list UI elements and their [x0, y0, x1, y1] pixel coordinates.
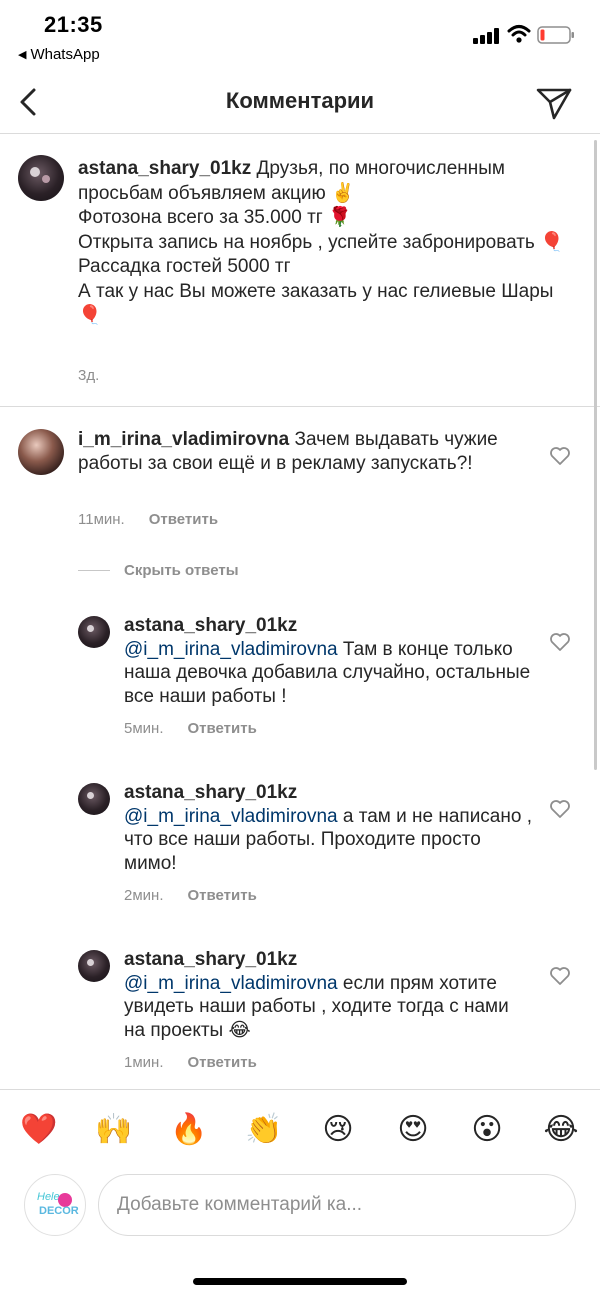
reply-button[interactable]: Ответить [149, 511, 218, 528]
heart-emoji-button[interactable]: ❤️ [19, 1110, 59, 1150]
caption-text: astana_shary_01kz Друзья, по многочислен… [78, 157, 578, 329]
like-heart-icon[interactable] [549, 632, 571, 652]
emoji-quick-bar: ❤️ 🙌 🔥 👏 😢 😍 😮 😂 [0, 1089, 600, 1169]
caption-line: Фотозона всего за 35.000 тг 🌹 [78, 207, 352, 228]
like-heart-icon[interactable] [549, 446, 571, 466]
fire-emoji-button[interactable]: 🔥 [169, 1110, 209, 1150]
mention-link[interactable]: @i_m_irina_vladimirovna [124, 973, 338, 994]
comment-text: astana_shary_01kz @i_m_irina_vladimirovn… [124, 781, 534, 875]
like-heart-icon[interactable] [549, 799, 571, 819]
reply-button[interactable]: Ответить [188, 1054, 257, 1071]
comment-username[interactable]: astana_shary_01kz [124, 615, 297, 636]
comment-meta: 5мин. Ответить [124, 720, 257, 737]
comment-username[interactable]: i_m_irina_vladimirovna [78, 429, 289, 450]
page-title: Комментарии [225, 88, 375, 113]
comment-timestamp: 5мин. [124, 720, 164, 737]
comment-text: astana_shary_01kz @i_m_irina_vladimirovn… [124, 614, 534, 708]
clap-emoji-button[interactable]: 👏 [244, 1110, 284, 1150]
avatar[interactable] [78, 783, 110, 815]
back-to-whatsapp-link[interactable]: ◀ WhatsApp [18, 46, 100, 63]
hide-replies-button[interactable]: Скрыть ответы [78, 562, 239, 579]
hide-replies-label: Скрыть ответы [124, 562, 239, 579]
status-bar: 21:35 ◀ WhatsApp [0, 0, 600, 70]
caption-line: Рассадка гостей 5000 тг [78, 256, 291, 277]
mention-link[interactable]: @i_m_irina_vladimirovna [124, 639, 338, 660]
scrollbar[interactable] [594, 140, 597, 770]
divider-line [78, 570, 110, 571]
laughing-emoji-button[interactable]: 😂 [541, 1110, 581, 1150]
reply-button[interactable]: Ответить [188, 720, 257, 737]
comment-input-field[interactable] [98, 1174, 576, 1236]
status-time: 21:35 [44, 12, 103, 37]
battery-low-icon [537, 26, 574, 44]
reply-button[interactable]: Ответить [188, 887, 257, 904]
comments-header: Комментарии [0, 70, 600, 134]
paper-plane-icon[interactable] [534, 82, 574, 122]
comment-username[interactable]: astana_shary_01kz [124, 949, 297, 970]
comment-username[interactable]: astana_shary_01kz [124, 782, 297, 803]
caption-line: Открыта запись на ноябрь , успейте забро… [78, 231, 564, 253]
comment-timestamp: 1мин. [124, 1054, 164, 1071]
comment-text: astana_shary_01kz @i_m_irina_vladimirovn… [124, 948, 534, 1042]
post-caption: astana_shary_01kz Друзья, по многочислен… [0, 135, 600, 407]
avatar[interactable] [18, 155, 64, 201]
home-indicator[interactable] [193, 1278, 407, 1285]
back-app-label: WhatsApp [30, 46, 100, 63]
avatar[interactable] [78, 950, 110, 982]
back-triangle-icon: ◀ [18, 49, 27, 61]
current-user-avatar: Hele DECOR [24, 1174, 86, 1236]
like-heart-icon[interactable] [549, 966, 571, 986]
reply-comment: astana_shary_01kz @i_m_irina_vladimirovn… [0, 934, 600, 1084]
caption-line: А так у нас Вы можете заказать у нас гел… [78, 280, 554, 327]
comment-timestamp: 2мин. [124, 887, 164, 904]
avatar-logo-text: DECOR [39, 1205, 79, 1217]
wifi-icon [507, 25, 531, 43]
heart-eyes-emoji-button[interactable]: 😍 [393, 1110, 433, 1150]
surprised-emoji-button[interactable]: 😮 [467, 1110, 507, 1150]
crying-emoji-button[interactable]: 😢 [318, 1110, 358, 1150]
comment-text: i_m_irina_vladimirovna Зачем выдавать чу… [78, 428, 538, 475]
raised-hands-emoji-button[interactable]: 🙌 [94, 1110, 134, 1150]
mention-link[interactable]: @i_m_irina_vladimirovna [124, 806, 338, 827]
comment-meta: 1мин. Ответить [124, 1054, 257, 1071]
reply-comment: astana_shary_01kz @i_m_irina_vladimirovn… [0, 600, 600, 750]
comment-input[interactable] [117, 1175, 557, 1235]
comment-timestamp: 11мин. [78, 511, 125, 528]
signal-icon [473, 28, 501, 44]
avatar-logo-text: Hele [37, 1191, 60, 1203]
avatar[interactable] [78, 616, 110, 648]
caption-username[interactable]: astana_shary_01kz [78, 158, 251, 179]
comment: i_m_irina_vladimirovna Зачем выдавать чу… [0, 408, 600, 548]
avatar[interactable] [18, 429, 64, 475]
comment-meta: 2мин. Ответить [124, 887, 257, 904]
comment-meta: 11мин. Ответить [78, 511, 218, 528]
caption-timestamp: 3д. [78, 367, 100, 384]
reply-comment: astana_shary_01kz @i_m_irina_vladimirovn… [0, 767, 600, 917]
